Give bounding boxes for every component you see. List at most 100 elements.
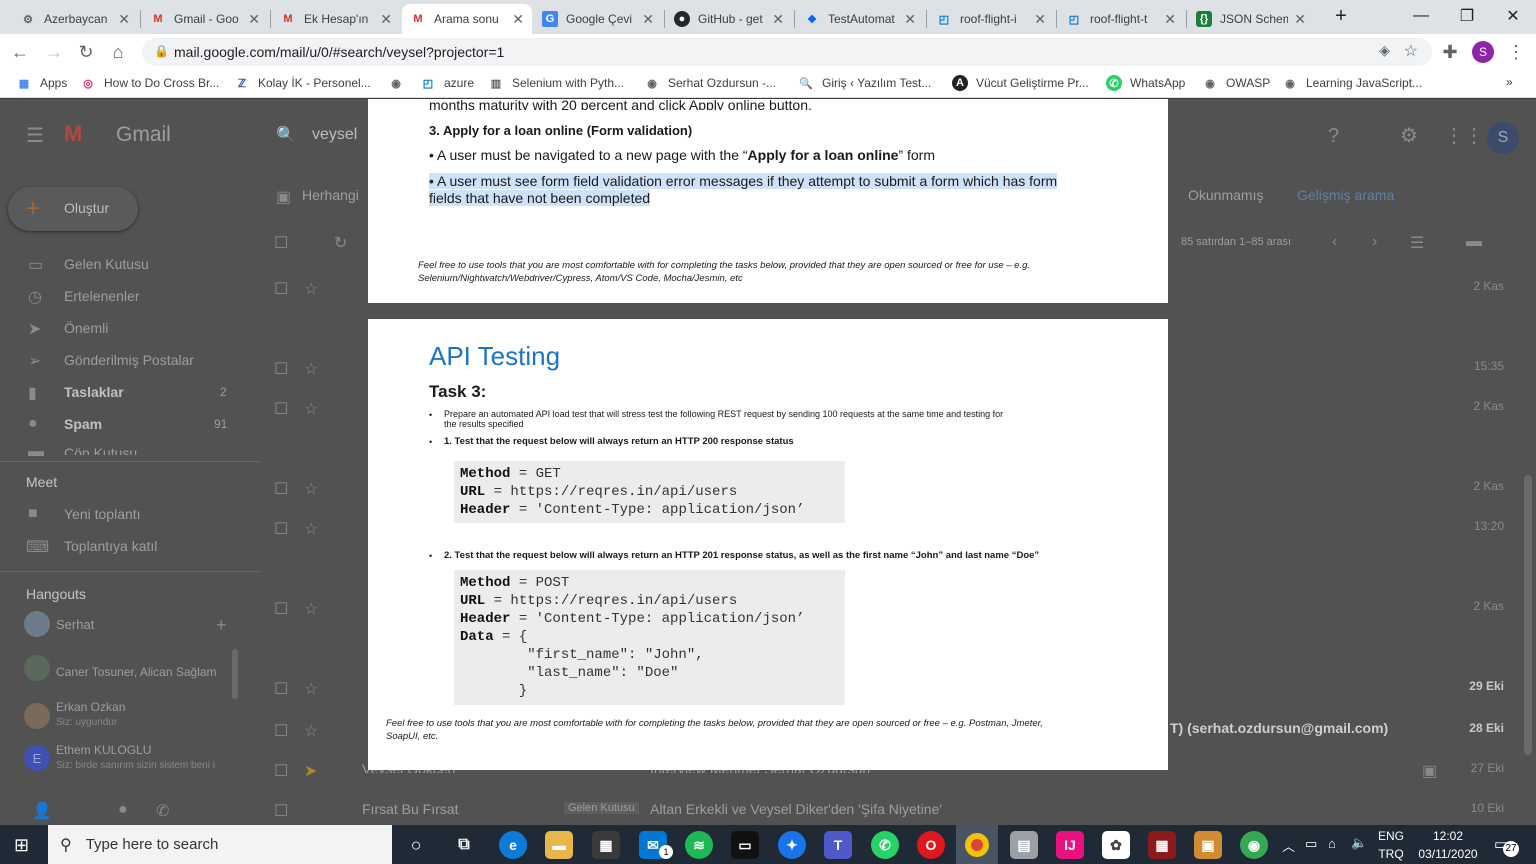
clock[interactable]: 12:02 03/11/2020 [1414,829,1482,861]
nav-inbox[interactable]: Gelen Kutusu [64,256,149,272]
edge-icon[interactable]: e [499,831,527,859]
nav-trash[interactable]: Çöp Kutusu [64,445,137,455]
help-icon[interactable]: ? [1328,125,1339,148]
bookmark-item[interactable]: ◰ azure [420,75,474,91]
bookmark-item[interactable]: ◉ [388,75,412,91]
prev-page-icon[interactable]: ‹ [1332,233,1337,251]
close-tab-icon[interactable]: ✕ [118,11,130,28]
contact-name[interactable]: Caner Tosuner, Alican Sağlam [56,665,217,679]
density-icon[interactable]: ☰ [1410,233,1424,253]
phone-icon[interactable]: ✆ [156,801,169,821]
bookmarks-overflow-icon[interactable]: » [1506,75,1513,89]
apps-grid-icon[interactable]: ⋮⋮ [1444,123,1484,148]
row-checkbox[interactable]: ☐ [274,519,288,539]
row-checkbox[interactable]: ☐ [274,801,288,821]
package-icon[interactable]: ▣ [1194,831,1222,859]
row-checkbox[interactable]: ☐ [274,599,288,619]
bookmark-star-icon[interactable]: ☆ [1404,41,1418,61]
bookmark-item[interactable]: ▥ Selenium with Pyth... [488,75,624,91]
contact-name[interactable]: Ethem KULOGLU [56,743,151,757]
search-input[interactable]: veysel [312,126,357,144]
extensions-icon[interactable]: ✚ [1438,40,1462,64]
nav-sent[interactable]: Gönderilmiş Postalar [64,352,194,368]
refresh-icon[interactable]: ↻ [334,233,347,253]
terminal-icon[interactable]: ▭ [731,831,759,859]
winrar-icon[interactable]: ▦ [1148,831,1176,859]
meet-new-meeting[interactable]: Yeni toplantı [64,506,141,522]
star-icon[interactable]: ☆ [304,519,318,539]
bookmark-item[interactable]: ℤ Kolay İK - Personel... [234,75,371,91]
star-icon[interactable]: ☆ [304,599,318,619]
star-icon[interactable]: ☆ [304,359,318,379]
network-icon[interactable]: ⌂ [1328,836,1336,851]
row-checkbox[interactable]: ☐ [274,721,288,741]
language-indicator[interactable]: ENG TRQ [1376,829,1406,861]
select-all-checkbox[interactable]: ☐ [274,233,288,253]
bookmark-item[interactable]: ▦ Apps [16,75,68,91]
task-view-icon[interactable]: ⧉ [450,831,478,859]
bookmark-item[interactable]: ◉ OWASP [1202,75,1270,91]
hangouts-user[interactable]: Serhat [56,617,94,632]
close-tab-icon[interactable]: ✕ [1294,11,1306,28]
bookmark-item[interactable]: 🔍 Giriş ‹ Yazılım Test... [798,75,931,91]
close-window-button[interactable]: ✕ [1490,0,1536,32]
star-icon[interactable]: ☆ [304,479,318,499]
address-bar[interactable]: 🔒 mail.google.com/mail/u/0/#search/veyse… [142,38,1432,66]
close-tab-icon[interactable]: ✕ [904,11,916,28]
tray-chevron-icon[interactable]: ︿ [1282,836,1295,855]
volume-icon[interactable]: 🔈 [1351,835,1367,851]
star-icon[interactable]: ☆ [304,721,318,741]
forward-icon[interactable]: → [42,40,66,64]
close-tab-icon[interactable]: ✕ [1164,11,1176,28]
close-tab-icon[interactable]: ✕ [248,11,260,28]
add-hangout-icon[interactable]: + [216,615,227,636]
settings-gear-icon[interactable]: ⚙ [1400,123,1418,148]
bookmark-item[interactable]: ◉ Learning JavaScript... [1282,75,1422,91]
whatsapp-icon[interactable]: ✆ [871,831,899,859]
minimize-button[interactable]: — [1398,0,1444,32]
browser-tab[interactable]: M Ek Hesap'ın ✕ [272,4,400,34]
input-tools-icon[interactable]: ▬ [1466,233,1482,251]
tracking-icon[interactable]: ◈ [1379,42,1390,59]
search-icon[interactable]: 🔍 [276,125,296,145]
file-explorer-icon[interactable]: ▬ [545,831,573,859]
browser-tab[interactable]: M Gmail - Goo ✕ [142,4,268,34]
browser-tab[interactable]: ⚙ Azerbaycan ✕ [12,4,138,34]
contact-name[interactable]: Erkan Ozkan [56,700,125,714]
paint-icon[interactable]: ✿ [1102,831,1130,859]
home-icon[interactable]: ⌂ [106,40,130,64]
close-tab-icon[interactable]: ✕ [512,11,524,28]
store-icon[interactable]: ▦ [592,831,620,859]
close-tab-icon[interactable]: ✕ [1034,11,1046,28]
teams-icon[interactable]: T [824,831,852,859]
spotify-icon[interactable]: ≋ [685,831,713,859]
sidebar-scrollbar[interactable] [232,649,238,699]
chrome-icon[interactable]: ◉ [1240,831,1268,859]
star-icon[interactable]: ☆ [304,679,318,699]
bookmark-item[interactable]: ◉ Serhat Ozdursun -... [644,75,776,91]
person-icon[interactable]: 👤 [32,801,52,821]
chrome-active-icon[interactable] [956,825,998,864]
bookmark-item[interactable]: ✆ WhatsApp [1106,75,1185,91]
close-tab-icon[interactable]: ✕ [642,11,654,28]
browser-tab[interactable]: ◰ roof-flight-t ✕ [1058,4,1184,34]
nav-spam[interactable]: Spam [64,416,102,432]
unread-filter-chip[interactable]: Okunmamış [1188,187,1263,203]
email-row[interactable]: ☐ Fırsat Bu Fırsat Gelen Kutusu Altan Erkek… [262,789,1536,825]
nav-snoozed[interactable]: Ertelenenler [64,288,140,304]
cortana-icon[interactable]: ○ [402,831,430,859]
next-page-icon[interactable]: › [1372,233,1377,251]
back-icon[interactable]: ← [8,40,32,64]
bookmark-item[interactable]: ◎ How to Do Cross Br... [80,75,219,91]
star-icon[interactable]: ☆ [304,279,318,299]
reload-icon[interactable]: ↻ [74,40,98,64]
browser-tab[interactable]: {} JSON Schem ✕ [1188,4,1314,34]
location-chat-icon[interactable]: ● [118,801,128,819]
safari-compass-icon[interactable]: ✦ [778,831,806,859]
browser-tab[interactable]: G Google Çevi ✕ [534,4,662,34]
row-checkbox[interactable]: ☐ [274,679,288,699]
row-checkbox[interactable]: ☐ [274,359,288,379]
close-tab-icon[interactable]: ✕ [772,11,784,28]
windows-start-icon[interactable]: ⊞ [14,835,29,856]
new-tab-button[interactable]: + [1318,0,1364,32]
